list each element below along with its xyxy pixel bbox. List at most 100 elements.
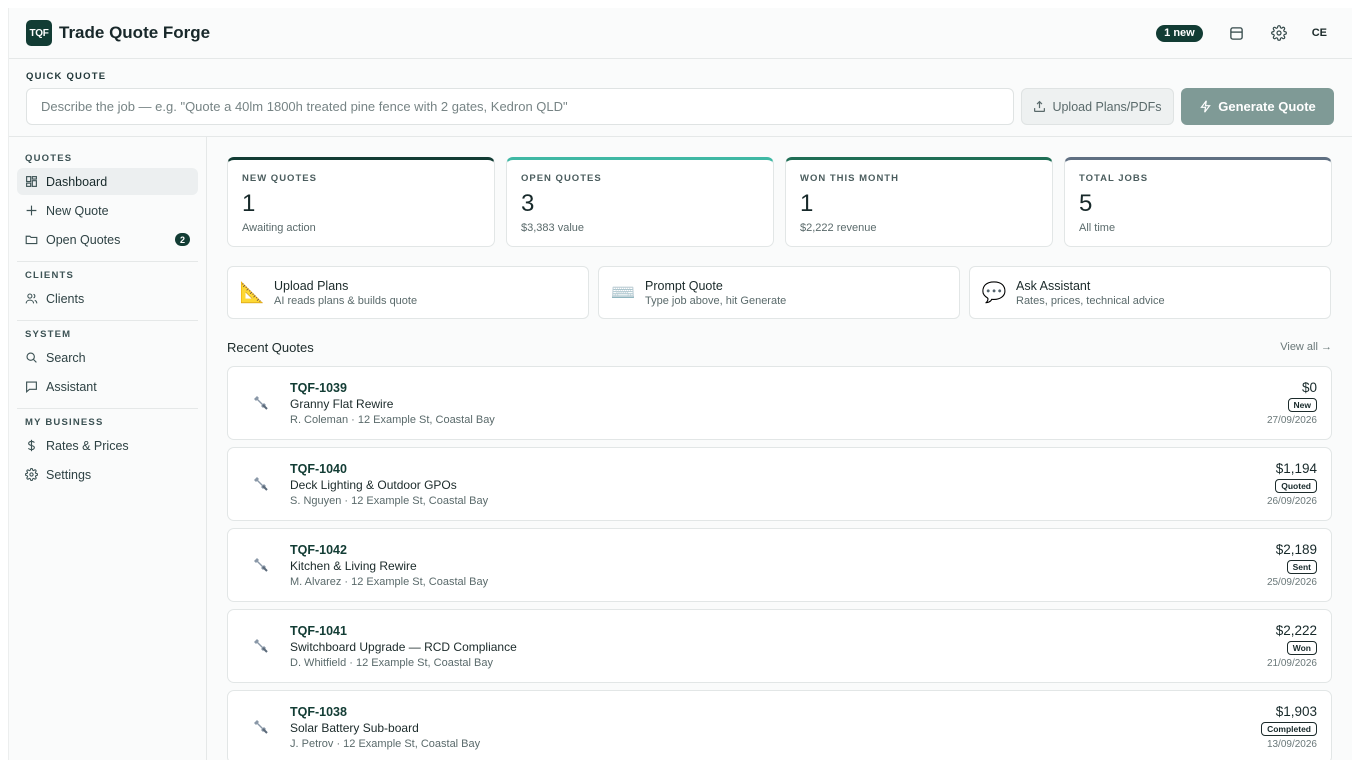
- app-window: TQF Trade Quote Forge 1 new CE QUICK QUO…: [8, 8, 1352, 760]
- sidebar-item-label: Settings: [46, 467, 92, 482]
- plus-icon: [25, 204, 38, 217]
- stat-sub: Awaiting action: [242, 222, 316, 234]
- stat-value: 1: [242, 190, 256, 217]
- sidebar-item-label: New Quote: [46, 203, 109, 218]
- recent-quotes-title: Recent Quotes: [227, 339, 314, 355]
- gear-icon[interactable]: [1270, 24, 1288, 42]
- sidebar-item-clients[interactable]: Clients: [17, 285, 198, 312]
- quote-id: TQF-1040: [290, 461, 347, 476]
- upload-plans-label: Upload Plans/PDFs: [1052, 99, 1162, 114]
- app-logo[interactable]: TQF: [26, 20, 52, 46]
- quick-quote-bar: QUICK QUOTE Upload Plans/PDFs Generate Q…: [9, 59, 1352, 137]
- header-actions: 1 new CE: [1156, 24, 1335, 42]
- quote-row[interactable]: TQF-1040 Deck Lighting & Outdoor GPOs S.…: [227, 447, 1332, 521]
- quote-id: TQF-1038: [290, 704, 347, 719]
- sidebar-item-search[interactable]: Search: [17, 344, 198, 371]
- stat-label: NEW QUOTES: [242, 173, 317, 184]
- recent-quotes-header: Recent Quotes View all →: [227, 337, 1332, 357]
- stat-label: WON THIS MONTH: [800, 173, 899, 184]
- quote-title: Granny Flat Rewire: [290, 396, 394, 411]
- upload-plans-card[interactable]: 📐 Upload Plans AI reads plans & builds q…: [227, 266, 589, 319]
- action-title: Upload Plans: [274, 278, 349, 293]
- dashboard-icon: [25, 175, 38, 188]
- sidebar-item-label: Open Quotes: [46, 232, 121, 247]
- quote-client: R. Coleman · 12 Example St, Coastal Bay: [290, 413, 495, 426]
- stats-row: NEW QUOTES 1 Awaiting action OPEN QUOTES…: [227, 157, 1332, 247]
- quote-row[interactable]: TQF-1042 Kitchen & Living Rewire M. Alva…: [227, 528, 1332, 602]
- sidebar-group-label: CLIENTS: [25, 270, 75, 281]
- dollar-icon: [25, 439, 38, 452]
- action-subtitle: Type job above, hit Generate: [645, 294, 787, 307]
- action-title: Ask Assistant: [1016, 278, 1091, 293]
- bolt-icon: [1200, 100, 1212, 113]
- stat-value: 1: [800, 190, 814, 217]
- quick-quote-label: QUICK QUOTE: [26, 71, 107, 82]
- wrench-icon: [248, 634, 272, 658]
- quote-row[interactable]: TQF-1038 Solar Battery Sub-board J. Petr…: [227, 690, 1332, 760]
- layout-icon[interactable]: [1228, 24, 1246, 42]
- view-all-link[interactable]: View all →: [1280, 341, 1332, 353]
- stat-value: 5: [1079, 190, 1093, 217]
- stat-card-won-this-month[interactable]: WON THIS MONTH 1 $2,222 revenue: [785, 157, 1053, 247]
- sidebar-item-label: Rates & Prices: [46, 438, 129, 453]
- quote-client: M. Alvarez · 12 Example St, Coastal Bay: [290, 575, 489, 588]
- sidebar-group-clients: CLIENTS Clients: [17, 270, 198, 321]
- wrench-icon: [248, 553, 272, 577]
- stat-card-total-jobs[interactable]: TOTAL JOBS 5 All time: [1064, 157, 1332, 247]
- sidebar-item-label: Search: [46, 350, 86, 365]
- quote-row[interactable]: TQF-1041 Switchboard Upgrade — RCD Compl…: [227, 609, 1332, 683]
- generate-quote-label: Generate Quote: [1218, 99, 1316, 114]
- chat-icon: [25, 380, 38, 393]
- action-title: Prompt Quote: [645, 278, 723, 293]
- quote-id: TQF-1042: [290, 542, 347, 557]
- quick-actions: 📐 Upload Plans AI reads plans & builds q…: [227, 266, 1332, 319]
- sidebar-group-system: SYSTEM Search Assistant: [17, 329, 198, 409]
- quote-amount: $1,194: [1275, 461, 1317, 476]
- sidebar-item-label: Dashboard: [46, 174, 108, 189]
- notifications-badge[interactable]: 1 new: [1156, 24, 1203, 42]
- quote-title: Deck Lighting & Outdoor GPOs: [290, 477, 457, 492]
- quote-date: 26/09/2026: [1266, 496, 1317, 507]
- quick-quote-input[interactable]: [26, 88, 1014, 125]
- quote-amount: $0: [1301, 380, 1317, 395]
- top-bar: TQF Trade Quote Forge 1 new CE: [9, 8, 1352, 59]
- stat-value: 3: [521, 190, 535, 217]
- keyboard-icon: ⌨️: [610, 282, 636, 304]
- ruler-icon: 📐: [239, 282, 265, 304]
- upload-plans-button[interactable]: Upload Plans/PDFs: [1021, 88, 1174, 125]
- quote-date: 27/09/2026: [1266, 415, 1317, 426]
- quote-id: TQF-1041: [290, 623, 347, 638]
- gear-icon: [25, 468, 38, 481]
- quote-row[interactable]: TQF-1039 Granny Flat Rewire R. Coleman ·…: [227, 366, 1332, 440]
- prompt-quote-card[interactable]: ⌨️ Prompt Quote Type job above, hit Gene…: [598, 266, 960, 319]
- sidebar-item-new-quote[interactable]: New Quote: [17, 197, 198, 224]
- sidebar-item-label: Assistant: [46, 379, 97, 394]
- wrench-icon: [248, 472, 272, 496]
- speech-bubble-icon: 💬: [981, 282, 1007, 304]
- generate-quote-button[interactable]: Generate Quote: [1181, 88, 1334, 125]
- quote-client: S. Nguyen · 12 Example St, Coastal Bay: [290, 494, 489, 507]
- action-subtitle: AI reads plans & builds quote: [274, 294, 418, 307]
- stat-card-new-quotes[interactable]: NEW QUOTES 1 Awaiting action: [227, 157, 495, 247]
- sidebar-item-dashboard[interactable]: Dashboard: [17, 168, 198, 195]
- quote-amount: $1,903: [1275, 704, 1317, 719]
- sidebar-item-rates-prices[interactable]: Rates & Prices: [17, 432, 198, 459]
- sidebar: QUOTES Dashboard New Quote Open Quotes 2…: [9, 137, 207, 760]
- sidebar-item-open-quotes[interactable]: Open Quotes 2: [17, 226, 198, 253]
- quote-amount: $2,222: [1275, 623, 1317, 638]
- status-badge: Won: [1286, 641, 1317, 655]
- wrench-icon: [248, 391, 272, 415]
- stat-card-open-quotes[interactable]: OPEN QUOTES 3 $3,383 value: [506, 157, 774, 247]
- status-badge: Sent: [1286, 560, 1317, 574]
- search-icon: [25, 351, 38, 364]
- sidebar-group-my-business: MY BUSINESS Rates & Prices Settings: [17, 417, 198, 496]
- quote-title: Kitchen & Living Rewire: [290, 558, 417, 573]
- app-title: Trade Quote Forge: [59, 23, 211, 42]
- quote-title: Solar Battery Sub-board: [290, 720, 419, 735]
- ask-assistant-card[interactable]: 💬 Ask Assistant Rates, prices, technical…: [969, 266, 1331, 319]
- quote-client: D. Whitfield · 12 Example St, Coastal Ba…: [290, 656, 493, 669]
- sidebar-item-assistant[interactable]: Assistant: [17, 373, 198, 400]
- recent-quotes-list: TQF-1039 Granny Flat Rewire R. Coleman ·…: [227, 366, 1332, 760]
- sidebar-item-settings[interactable]: Settings: [17, 461, 198, 488]
- user-avatar[interactable]: CE: [1312, 27, 1327, 39]
